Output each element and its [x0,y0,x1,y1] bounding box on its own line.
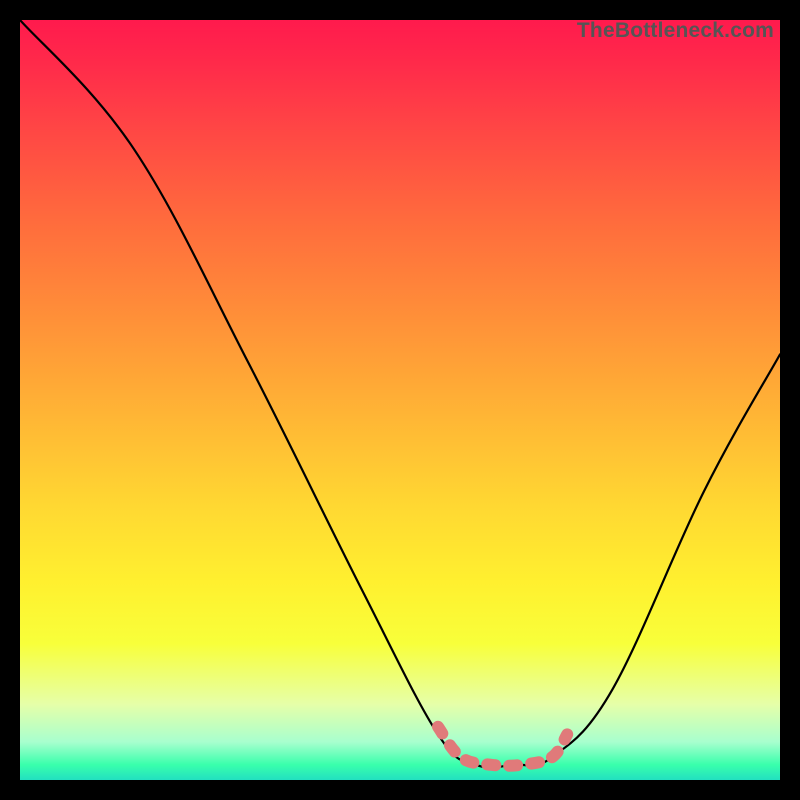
chart-frame: TheBottleneck.com [0,0,800,800]
bottleneck-curve-path [20,20,780,768]
sweet-spot-marker-path [438,727,567,766]
chart-svg [20,20,780,780]
plot-area: TheBottleneck.com [20,20,780,780]
